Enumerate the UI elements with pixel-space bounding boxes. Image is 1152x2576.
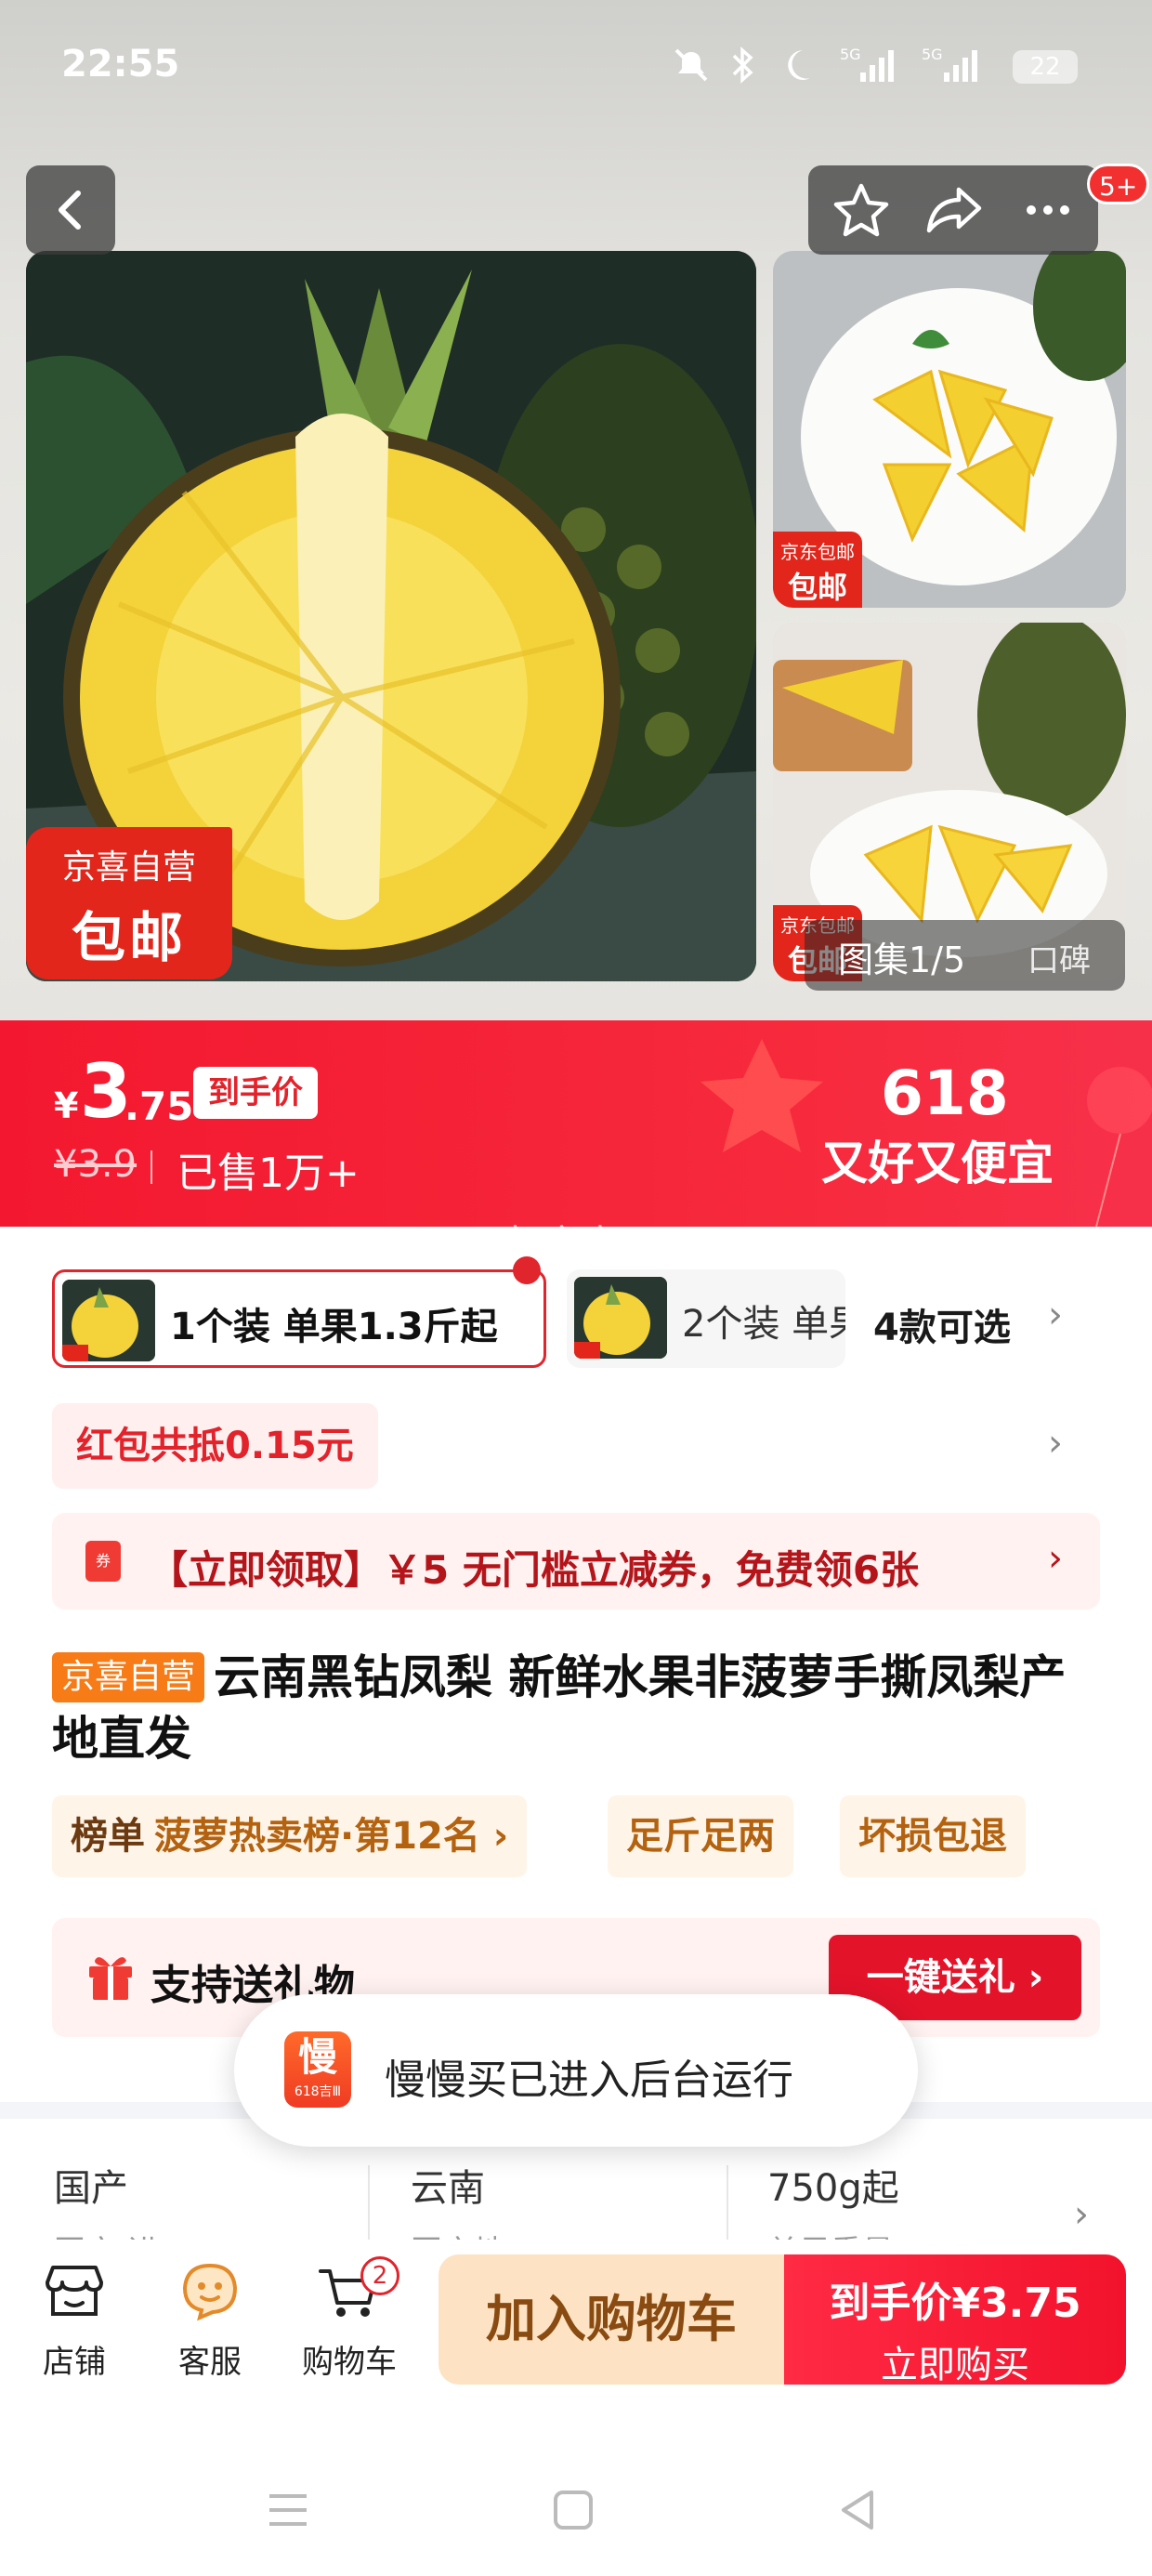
divider (151, 1150, 152, 1184)
add-to-cart-button[interactable]: 加入购物车 (439, 2254, 784, 2385)
bluetooth-icon (728, 45, 756, 85)
cart-count-badge: 2 (360, 2256, 399, 2295)
store-icon (46, 2266, 103, 2316)
divider (368, 2165, 370, 2240)
coupon-banner[interactable]: 券 【立即领取】￥5 无门槛立减券，免费领6张 › (52, 1513, 1100, 1610)
spec-region-value: 云南 (411, 2167, 485, 2210)
variant-option[interactable]: 2个装 单果1.3斤起 (567, 1269, 845, 1368)
weight-guarantee-tag: 足斤足两 (608, 1795, 793, 1877)
variant-label: 2个装 单果1.3斤起 (682, 1303, 845, 1346)
variant-thumbnail (62, 1280, 155, 1361)
shop-button[interactable]: 店铺 (19, 2256, 130, 2382)
status-time: 22:55 (61, 43, 180, 85)
pineapple-thumb-icon (62, 1280, 155, 1361)
selected-dot (513, 1256, 541, 1284)
share-button[interactable] (914, 165, 994, 258)
sold-count: 已售1万+ (177, 1150, 360, 1197)
gift-icon (85, 1950, 136, 2002)
battery-indicator: 22 (1013, 50, 1078, 84)
status-bar: 22:55 5G 5G 22 (0, 0, 1152, 139)
svg-text:5G: 5G (922, 46, 943, 63)
promo-number: 618 (881, 1058, 1009, 1129)
buy-label: 立即购买 (881, 2344, 1029, 2386)
gallery-counter[interactable]: 图集1/5 口碑 (805, 920, 1125, 991)
signal-5g-icon-2: 5G (922, 45, 987, 85)
chevron-left-icon (59, 191, 81, 230)
menu-icon (269, 2494, 307, 2526)
product-gallery: 22:55 5G 5G 22 京喜自营 包邮 京东包邮 包邮 图集1/5 口碑 … (0, 0, 1152, 1022)
bottom-action-bar: 店铺 客服 购物车 2 加入购物车 到手价¥3.75 立即购买 (0, 2240, 1152, 2444)
thumb-badge: 京东包邮 包邮 (773, 532, 862, 608)
more-button[interactable] (1007, 165, 1087, 258)
buy-price: 到手价¥3.75 (829, 2280, 1081, 2327)
chevron-right-icon[interactable]: › (1048, 1294, 1063, 1336)
buy-now-button[interactable]: 到手价¥3.75 立即购买 (784, 2254, 1126, 2386)
main-image-badge: 京喜自营 包邮 (26, 827, 232, 979)
variant-thumbnail (574, 1277, 667, 1359)
customer-service-button[interactable]: 客服 (154, 2256, 266, 2382)
chevron-right-icon[interactable]: › (1048, 1422, 1063, 1465)
ranking-tag[interactable]: 榜单 菠萝热卖榜·第12名 › (52, 1795, 528, 1877)
cart-label: 购物车 (302, 2344, 397, 2381)
more-dots-icon (1027, 205, 1069, 215)
gallery-index: 图集1/5 (838, 940, 966, 980)
star-icon (833, 183, 889, 237)
thumb-badge-line-1: 京东包邮 (780, 541, 855, 563)
shop-label: 店铺 (43, 2344, 106, 2381)
moon-icon (782, 45, 823, 85)
badge-line-1: 京喜自营 (61, 848, 196, 887)
price-banner: ¥ 3 .75 到手价 ¥3.9 已售1万+ 618 又好又便宜 只惺京喜 (0, 1020, 1152, 1227)
chevron-right-icon[interactable]: › (1074, 2193, 1089, 2236)
variant-count-link[interactable]: 4款可选 (873, 1297, 1011, 1351)
price-tag: 到手价 (193, 1067, 318, 1119)
customer-service-icon (182, 2263, 238, 2321)
promo-overlay-text: 只惺京喜 (470, 1214, 619, 1227)
svg-text:5G: 5G (840, 46, 861, 63)
app-logo-text: 慢 (297, 2034, 337, 2080)
original-price: ¥3.9 (54, 1143, 137, 1186)
badge-line-2: 包邮 (71, 906, 187, 969)
mute-icon (671, 45, 712, 85)
spec-origin-value: 国产 (54, 2167, 128, 2210)
notification-badge: 5+ (1087, 164, 1150, 204)
coupon-text: 【立即领取】￥5 无门槛立减券，免费领6张 (149, 1547, 920, 1593)
top-action-group (808, 165, 1098, 255)
self-operated-badge: 京喜自营 (52, 1652, 205, 1702)
share-icon (926, 187, 982, 233)
price-currency: ¥ (54, 1085, 79, 1126)
system-navigation-bar (0, 2444, 1152, 2576)
promo-slogan: 又好又便宜 (821, 1137, 1054, 1190)
coupon-icon: 券 (85, 1541, 121, 1582)
spec-weight-value: 750g起 (767, 2167, 899, 2210)
back-button[interactable] (26, 165, 115, 255)
divider (727, 2165, 728, 2240)
gallery-thumbnail[interactable]: 京东包邮 包邮 (773, 251, 1126, 608)
red-packet-discount[interactable]: 红包共抵0.15元 (52, 1403, 378, 1489)
app-logo-sub: 618吉Ⅲ (294, 2084, 342, 2099)
home-square-icon (554, 2491, 593, 2530)
app-logo: 慢 618吉Ⅲ (284, 2031, 351, 2108)
damage-refund-tag: 坏损包退 (840, 1795, 1026, 1877)
chevron-right-icon: › (1048, 1537, 1063, 1580)
product-title-block: 京喜自营 云南黑钻凤梨 新鲜水果非菠萝手撕凤梨产地直发 (52, 1647, 1102, 1769)
background-toast: 慢 618吉Ⅲ 慢慢买已进入后台运行 (234, 1994, 918, 2147)
home-nav-button[interactable] (550, 2487, 596, 2537)
ranking-label: 榜单 (71, 1815, 145, 1858)
menu-nav-button[interactable] (264, 2487, 312, 2537)
service-label: 客服 (178, 2344, 242, 2381)
price-decimal: .75 (124, 1084, 194, 1129)
toast-message: 慢慢买已进入后台运行 (385, 2057, 793, 2104)
thumb-badge-line-2: 包邮 (787, 570, 847, 605)
signal-5g-icon-1: 5G (840, 45, 899, 85)
variant-label: 1个装 单果1.3斤起 (170, 1306, 498, 1348)
back-triangle-icon (842, 2491, 873, 2530)
back-nav-button[interactable] (834, 2487, 881, 2537)
favorite-button[interactable] (821, 165, 901, 258)
variant-option[interactable]: 1个装 单果1.3斤起 (52, 1269, 546, 1368)
ranking-value: 菠萝热卖榜·第12名 › (154, 1815, 509, 1858)
pineapple-thumb-icon (574, 1277, 667, 1359)
gallery-review-label: 口碑 (1028, 942, 1091, 979)
